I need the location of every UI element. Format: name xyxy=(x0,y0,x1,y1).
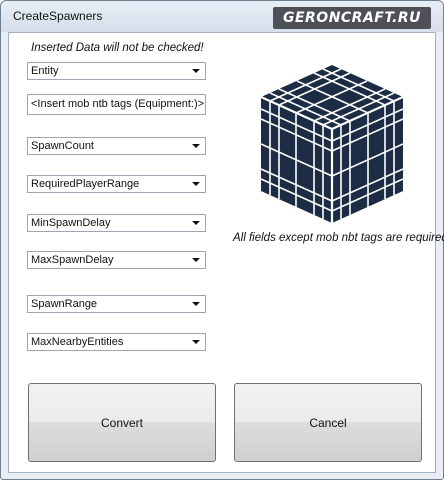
title-bar[interactable]: CreateSpawners GERONCRAFT.RU xyxy=(1,1,443,32)
nbt-tags-input-value: <Insert mob ntb tags (Equipment:)> xyxy=(31,98,205,110)
max-spawn-delay-dropdown[interactable]: MaxSpawnDelay xyxy=(27,251,206,269)
chevron-down-icon[interactable] xyxy=(192,182,200,186)
min-spawn-delay-dropdown-value: MinSpawnDelay xyxy=(31,217,111,229)
form-body: Inserted Data will not be checked! Entit… xyxy=(8,32,444,473)
required-player-range-dropdown[interactable]: RequiredPlayerRange xyxy=(27,175,206,193)
spawn-count-dropdown[interactable]: SpawnCount xyxy=(27,137,206,155)
chevron-down-icon[interactable] xyxy=(192,340,200,344)
spawn-range-dropdown[interactable]: SpawnRange xyxy=(27,295,206,313)
chevron-down-icon[interactable] xyxy=(192,302,200,306)
window-title: CreateSpawners xyxy=(13,9,103,23)
required-player-range-dropdown-value: RequiredPlayerRange xyxy=(31,178,140,190)
convert-button[interactable]: Convert xyxy=(28,383,216,462)
spawner-cage-icon: .b { fill: #1c2c44; } .l { fill: none; s… xyxy=(260,65,404,223)
watermark-logo: GERONCRAFT.RU xyxy=(272,7,431,29)
max-nearby-entities-dropdown-value: MaxNearbyEntities xyxy=(31,336,124,348)
entity-dropdown-value: Entity xyxy=(31,65,59,77)
nbt-tags-input[interactable]: <Insert mob ntb tags (Equipment:)> xyxy=(27,94,206,115)
spawn-range-dropdown-value: SpawnRange xyxy=(31,298,98,310)
max-nearby-entities-dropdown[interactable]: MaxNearbyEntities xyxy=(27,333,206,351)
chevron-down-icon[interactable] xyxy=(192,144,200,148)
required-fields-note: All fields except mob nbt tags are requi… xyxy=(233,232,444,244)
create-spawners-window: CreateSpawners GERONCRAFT.RU Inserted Da… xyxy=(0,0,444,480)
validation-notice: Inserted Data will not be checked! xyxy=(31,42,204,54)
chevron-down-icon[interactable] xyxy=(192,69,200,73)
spawn-count-dropdown-value: SpawnCount xyxy=(31,140,94,152)
chevron-down-icon[interactable] xyxy=(192,221,200,225)
max-spawn-delay-dropdown-value: MaxSpawnDelay xyxy=(31,254,114,266)
chevron-down-icon[interactable] xyxy=(192,258,200,262)
min-spawn-delay-dropdown[interactable]: MinSpawnDelay xyxy=(27,214,206,232)
entity-dropdown[interactable]: Entity xyxy=(27,62,206,80)
cancel-button[interactable]: Cancel xyxy=(234,383,422,462)
